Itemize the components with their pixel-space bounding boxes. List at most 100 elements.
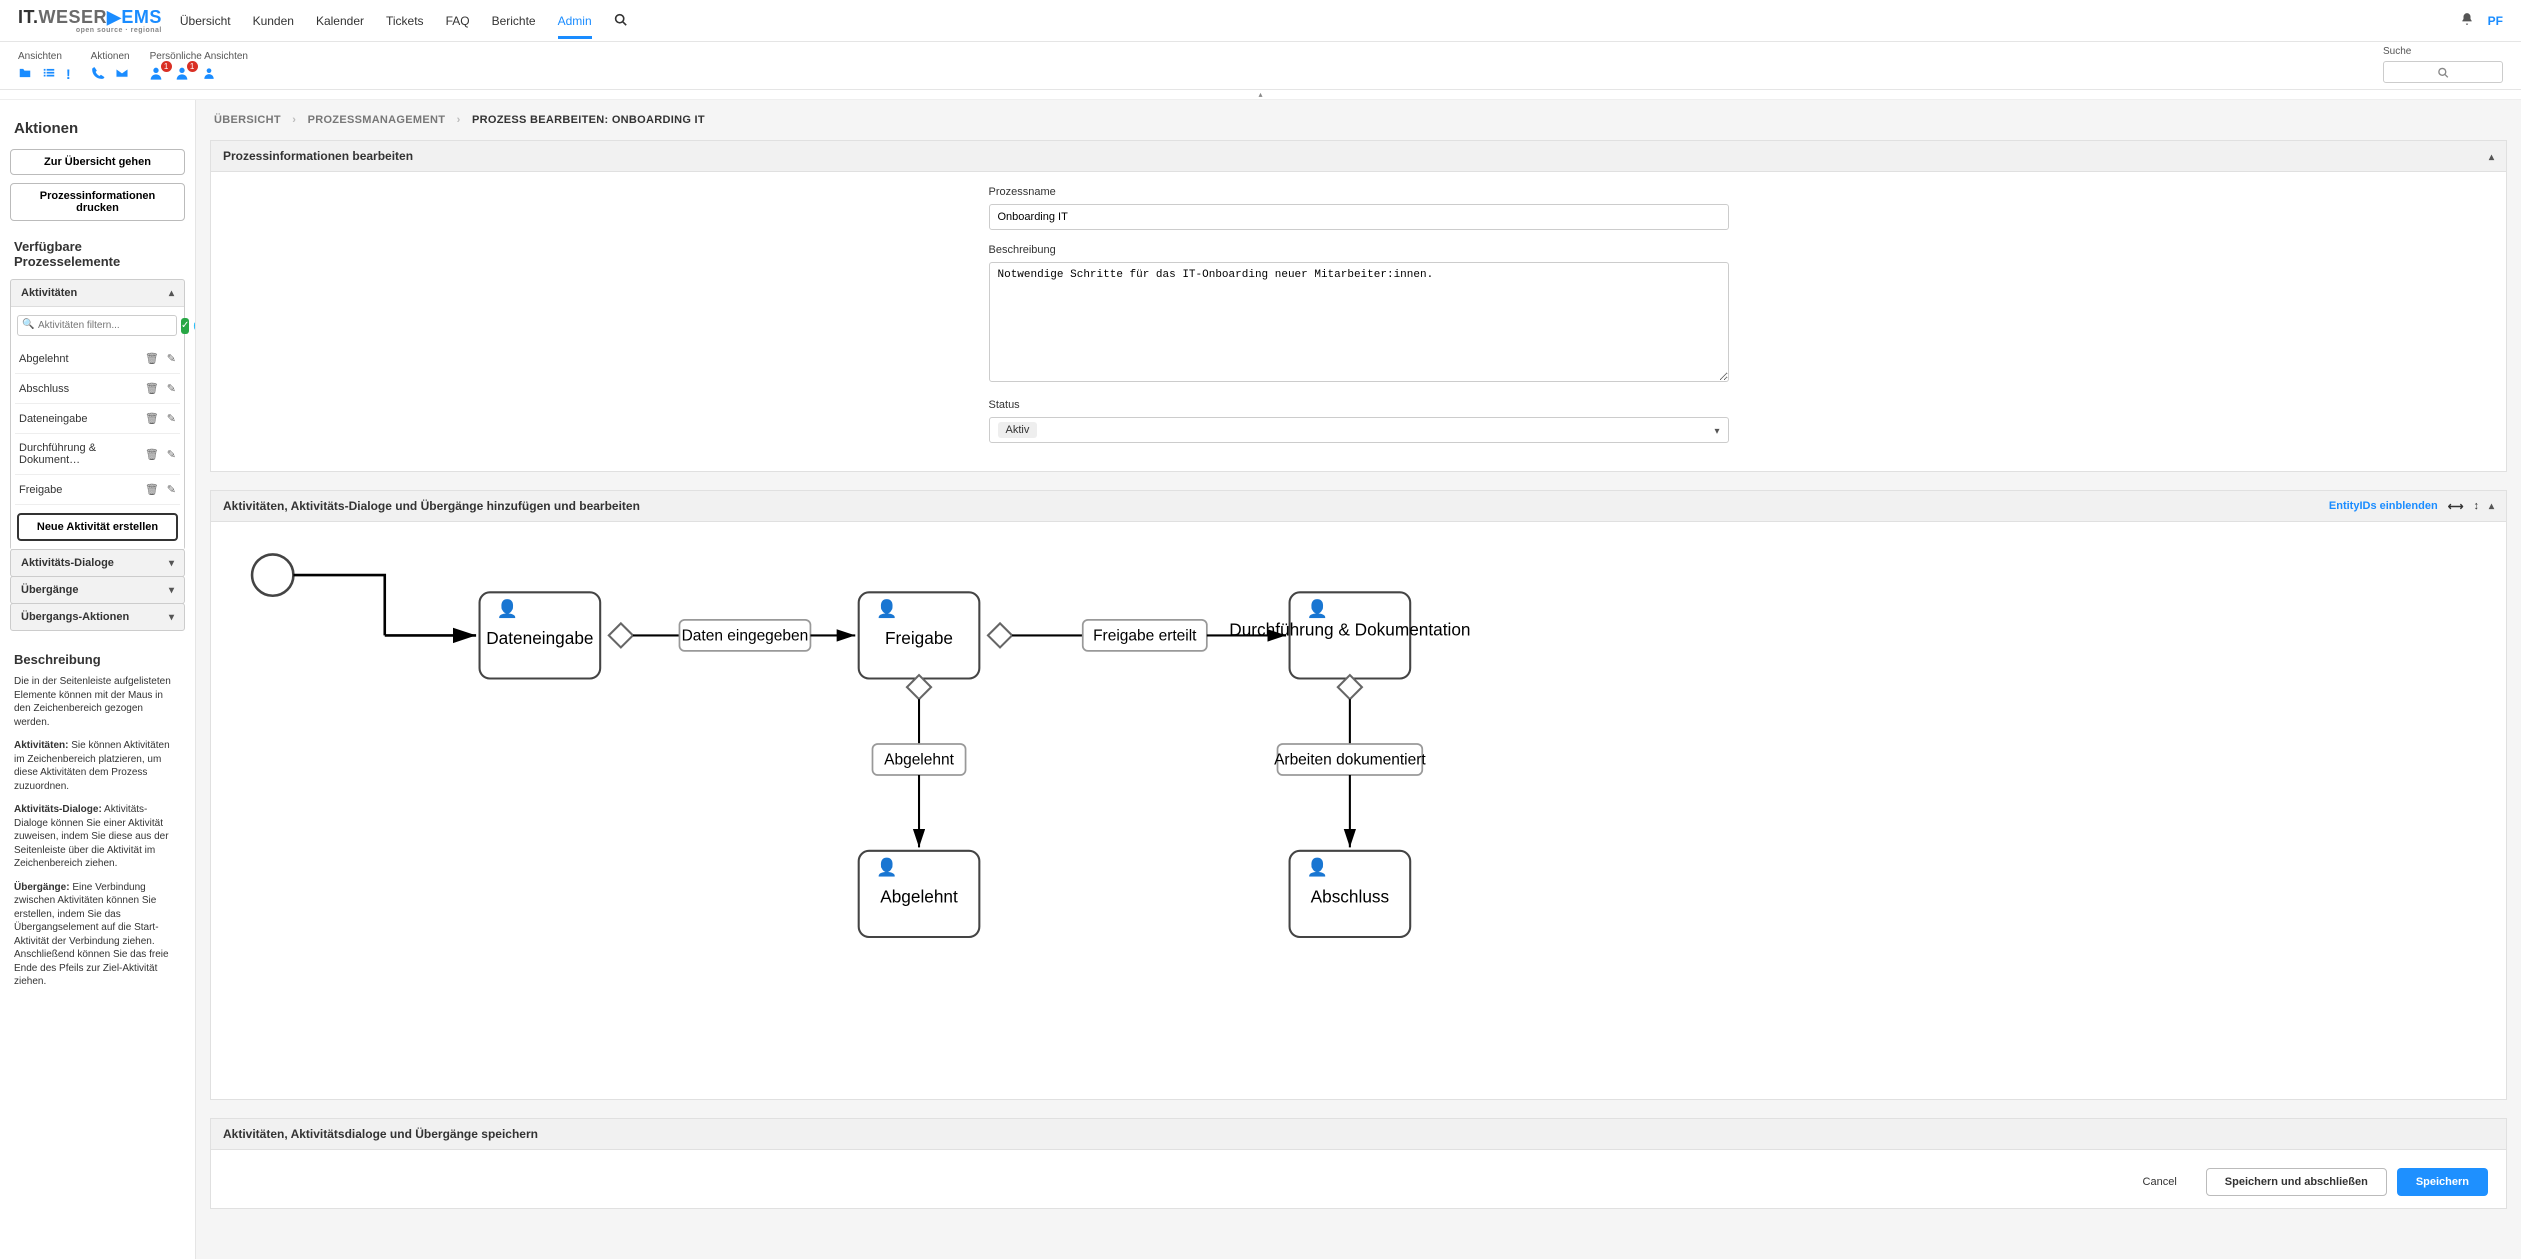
- brand-arrow: ▶: [107, 7, 121, 27]
- trash-icon[interactable]: 🗑: [145, 382, 159, 395]
- acc-activities-head[interactable]: Aktivitäten: [11, 280, 184, 306]
- search-icon[interactable]: [614, 13, 627, 29]
- acc-trans-actions-head[interactable]: Übergangs-Aktionen: [11, 604, 184, 630]
- expand-width-icon[interactable]: ⟷: [2448, 500, 2464, 513]
- activity-item[interactable]: Durchführung & Dokument…🗑✎: [15, 434, 180, 475]
- save-button[interactable]: Speichern: [2397, 1168, 2488, 1196]
- panel-process-info-title: Prozessinformationen bearbeiten: [223, 149, 413, 163]
- subgroup-actions: Aktionen: [91, 51, 130, 83]
- activity-item[interactable]: Dateneingabe 🗑 ✎: [15, 404, 180, 434]
- sidebar: Aktionen Zur Übersicht gehen Prozessinfo…: [0, 100, 196, 1259]
- subnav-search-input[interactable]: [2383, 61, 2503, 83]
- svg-text:Dateneingabe: Dateneingabe: [486, 628, 593, 648]
- panel-collapse-icon[interactable]: [2489, 500, 2494, 512]
- users2-badge: 1: [187, 61, 198, 72]
- panel-process-info-head: Prozessinformationen bearbeiten: [211, 141, 2506, 172]
- nav-overview[interactable]: Übersicht: [180, 3, 231, 39]
- nav-reports[interactable]: Berichte: [492, 3, 536, 39]
- diamond-icon: [609, 623, 633, 647]
- breadcrumb: ÜBERSICHT › PROZESSMANAGEMENT › PROZESS …: [196, 100, 2521, 140]
- save-close-button[interactable]: Speichern und abschließen: [2206, 1168, 2387, 1196]
- panel-diagram-title: Aktivitäten, Aktivitäts-Dialoge und Über…: [223, 499, 640, 513]
- phone-icon[interactable]: [91, 66, 105, 83]
- filter-search-icon: 🔍: [22, 319, 34, 330]
- process-desc-input[interactable]: [989, 262, 1729, 382]
- btn-new-activity[interactable]: Neue Aktivität erstellen: [17, 513, 178, 541]
- sidebar-desc-4: Übergänge: Eine Verbindung zwischen Akti…: [14, 881, 181, 989]
- nav-calendar[interactable]: Kalender: [316, 3, 364, 39]
- trash-icon[interactable]: 🗑: [145, 412, 159, 425]
- crumb-processmgmt[interactable]: PROZESSMANAGEMENT: [308, 114, 446, 126]
- subnav-search-label: Suche: [2383, 46, 2503, 57]
- process-status-select[interactable]: Aktiv: [989, 417, 1729, 443]
- acc-transitions-label: Übergänge: [21, 584, 78, 596]
- subnav-search: Suche: [2383, 46, 2503, 83]
- panel-process-info-body: Prozessname Beschreibung Status Aktiv: [211, 172, 2506, 471]
- trash-icon[interactable]: 🗑: [145, 483, 159, 496]
- acc-activities: Aktivitäten 🔍 ✓ 🌐 Abgelehnt🗑✎ Abschluss🗑…: [10, 279, 185, 550]
- trash-icon[interactable]: 🗑: [145, 448, 159, 461]
- exclaim-icon[interactable]: !: [66, 66, 71, 83]
- nav-faq[interactable]: FAQ: [446, 3, 470, 39]
- chevron-right-icon: ›: [457, 114, 461, 126]
- svg-text:Abschluss: Abschluss: [1311, 887, 1389, 907]
- panel-collapse-icon[interactable]: [2489, 149, 2494, 163]
- activity-label: Dateneingabe: [19, 413, 88, 425]
- edit-icon[interactable]: ✎: [167, 448, 176, 461]
- acc-activities-label: Aktivitäten: [21, 287, 77, 299]
- collapse-handle[interactable]: ▴: [0, 90, 2521, 100]
- top-nav: IT.WESER▶EMS open source · regional Über…: [0, 0, 2521, 42]
- svg-text:Freigabe: Freigabe: [885, 628, 953, 648]
- edit-icon[interactable]: ✎: [167, 382, 176, 395]
- save-buttons: Cancel Speichern und abschließen Speiche…: [221, 1154, 2496, 1204]
- btn-goto-overview[interactable]: Zur Übersicht gehen: [10, 149, 185, 175]
- activity-item[interactable]: Abschluss🗑✎: [15, 374, 180, 404]
- caret-up-icon: [169, 287, 174, 299]
- body: Aktionen Zur Übersicht gehen Prozessinfo…: [0, 100, 2521, 1259]
- acc-transitions-head[interactable]: Übergänge: [11, 577, 184, 603]
- diagram-canvas[interactable]: 👤 Dateneingabe Daten eingegeben 👤 Freiga…: [211, 522, 2506, 1099]
- trash-icon[interactable]: 🗑: [145, 352, 159, 365]
- user3-icon[interactable]: [202, 66, 216, 83]
- form-status-row: Status Aktiv: [989, 399, 1729, 443]
- svg-text:Abgelehnt: Abgelehnt: [884, 752, 955, 769]
- users1-icon[interactable]: 1: [150, 66, 166, 83]
- sidebar-desc-title: Beschreibung: [14, 652, 181, 667]
- activity-item[interactable]: Freigabe 🗑 ✎: [15, 475, 180, 505]
- list-icon[interactable]: [42, 66, 56, 83]
- filter-check-icon[interactable]: ✓: [181, 318, 189, 334]
- activity-label: Freigabe: [19, 484, 62, 496]
- btn-print-info[interactable]: Prozessinformationen drucken: [10, 183, 185, 221]
- subgroup-views-label: Ansichten: [18, 51, 71, 62]
- edit-icon[interactable]: ✎: [167, 412, 176, 425]
- start-node[interactable]: [252, 554, 293, 595]
- sub-nav: Ansichten ! Aktionen Persönliche Ansicht…: [0, 42, 2521, 90]
- avatar[interactable]: PF: [2488, 14, 2503, 28]
- crumb-overview[interactable]: ÜBERSICHT: [214, 114, 281, 126]
- process-name-input[interactable]: [989, 204, 1729, 230]
- folder-icon[interactable]: [18, 66, 32, 83]
- edit-icon[interactable]: ✎: [167, 483, 176, 496]
- cancel-button[interactable]: Cancel: [2124, 1168, 2196, 1196]
- nav-tickets[interactable]: Tickets: [386, 3, 424, 39]
- acc-dialogs: Aktivitäts-Dialoge: [10, 549, 185, 577]
- acc-dialogs-head[interactable]: Aktivitäts-Dialoge: [11, 550, 184, 576]
- activity-item[interactable]: Abgelehnt🗑✎: [15, 344, 180, 374]
- activities-filter-row: 🔍 ✓ 🌐: [15, 313, 180, 344]
- edit-icon[interactable]: ✎: [167, 352, 176, 365]
- brand-logo: IT.WESER▶EMS open source · regional: [18, 7, 162, 34]
- nav-admin[interactable]: Admin: [558, 3, 592, 39]
- users2-icon[interactable]: 1: [176, 66, 192, 83]
- entityids-link[interactable]: EntityIDs einblenden: [2329, 500, 2438, 512]
- activities-filter-input[interactable]: [17, 315, 177, 336]
- expand-height-icon[interactable]: ↕: [2473, 500, 2479, 512]
- nav-customers[interactable]: Kunden: [253, 3, 294, 39]
- acc-trans-actions-label: Übergangs-Aktionen: [21, 611, 129, 623]
- main: ÜBERSICHT › PROZESSMANAGEMENT › PROZESS …: [196, 100, 2521, 1259]
- panel-process-info: Prozessinformationen bearbeiten Prozessn…: [210, 140, 2507, 472]
- mail-icon[interactable]: [115, 66, 129, 83]
- bell-icon[interactable]: [2460, 12, 2474, 29]
- nav-links: Übersicht Kunden Kalender Tickets FAQ Be…: [180, 3, 627, 39]
- svg-text:Daten eingegeben: Daten eingegeben: [682, 628, 809, 645]
- brand-tag: open source · regional: [18, 28, 162, 34]
